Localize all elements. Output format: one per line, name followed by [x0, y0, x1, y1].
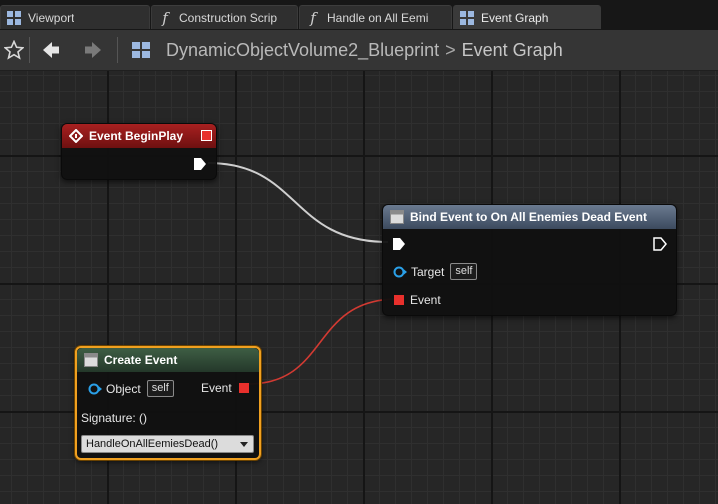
- tab-viewport[interactable]: Viewport: [0, 5, 150, 29]
- breadcrumb-blueprint[interactable]: DynamicObjectVolume2_Blueprint: [166, 40, 439, 60]
- breadcrumb-separator: >: [445, 40, 456, 60]
- function-selected-value: HandleOnAllEemiesDead(): [86, 438, 219, 450]
- favorite-star-icon[interactable]: [3, 39, 25, 61]
- delegate-out-pin[interactable]: [238, 383, 249, 393]
- toolbar-divider: [117, 37, 118, 63]
- node-title: Bind Event to On All Enemies Dead Event: [410, 210, 647, 224]
- event-beginplay-node[interactable]: Event BeginPlay: [61, 123, 217, 180]
- tab-label: Event Graph: [481, 10, 549, 25]
- object-pin-row: Object self: [88, 380, 174, 397]
- graph-grid-icon: [130, 39, 152, 61]
- event-label: Event: [201, 381, 232, 395]
- node-header: Event BeginPlay: [62, 124, 216, 148]
- tab-bar: Viewport f Construction Scrip f Handle o…: [0, 0, 718, 30]
- viewport-grid-icon: [6, 10, 22, 26]
- exec-wire: [207, 162, 389, 243]
- function-icon: f: [310, 8, 316, 27]
- graph-grid-icon: [459, 10, 475, 26]
- tab-label: Viewport: [28, 10, 75, 25]
- object-label: Object: [106, 381, 141, 396]
- tab-handle-on-all-enemies[interactable]: f Handle on All Eemi: [299, 5, 452, 29]
- function-node-icon: [84, 353, 98, 367]
- event-delegate-pin[interactable]: [201, 130, 212, 141]
- event-label: Event: [410, 293, 441, 307]
- signature-label: Signature: (): [81, 411, 148, 425]
- function-node-icon: [390, 210, 404, 224]
- function-icon: f: [162, 8, 168, 27]
- target-label: Target: [411, 264, 445, 279]
- bind-event-node[interactable]: Bind Event to On All Enemies Dead Event …: [382, 204, 677, 316]
- forward-arrow-icon[interactable]: [82, 39, 104, 61]
- exec-out-pin[interactable]: [653, 237, 667, 256]
- function-select-dropdown[interactable]: HandleOnAllEemiesDead(): [81, 435, 254, 453]
- tab-label: Handle on All Eemi: [327, 10, 429, 25]
- node-title: Create Event: [104, 353, 178, 367]
- graph-toolbar: DynamicObjectVolume2_Blueprint > Event Gra…: [0, 30, 718, 71]
- back-arrow-icon[interactable]: [40, 39, 62, 61]
- tab-construction-script[interactable]: f Construction Scrip: [151, 5, 298, 29]
- target-self-field[interactable]: self: [450, 263, 478, 280]
- tab-event-graph[interactable]: Event Graph: [453, 5, 601, 29]
- node-title: Event BeginPlay: [89, 129, 184, 143]
- node-header: Bind Event to On All Enemies Dead Event: [383, 205, 676, 229]
- object-pin: [393, 266, 407, 277]
- exec-out-pin[interactable]: [193, 157, 207, 176]
- breadcrumb: DynamicObjectVolume2_Blueprint > Event Gra…: [166, 40, 563, 61]
- event-out-pin-row: Event: [201, 381, 249, 395]
- delegate-pin[interactable]: [394, 295, 404, 305]
- exec-in-pin[interactable]: [392, 237, 406, 256]
- chevron-down-icon: [240, 442, 248, 447]
- target-pin-row: Target self: [393, 263, 478, 280]
- delegate-wire: [247, 298, 399, 385]
- create-event-node[interactable]: Create Event Object self Event Signature…: [75, 346, 261, 460]
- object-self-field[interactable]: self: [146, 380, 174, 397]
- object-pin: [88, 383, 102, 394]
- signature-text: Signature: (): [81, 411, 147, 425]
- toolbar-divider: [29, 37, 30, 63]
- event-diamond-icon: [69, 129, 83, 143]
- node-header: Create Event: [77, 348, 259, 372]
- breadcrumb-graph[interactable]: Event Graph: [462, 40, 563, 60]
- tab-label: Construction Scrip: [179, 10, 278, 25]
- graph-canvas[interactable]: Event BeginPlay Bind Event to On All Ene…: [0, 71, 718, 504]
- event-pin-row: Event: [394, 293, 441, 307]
